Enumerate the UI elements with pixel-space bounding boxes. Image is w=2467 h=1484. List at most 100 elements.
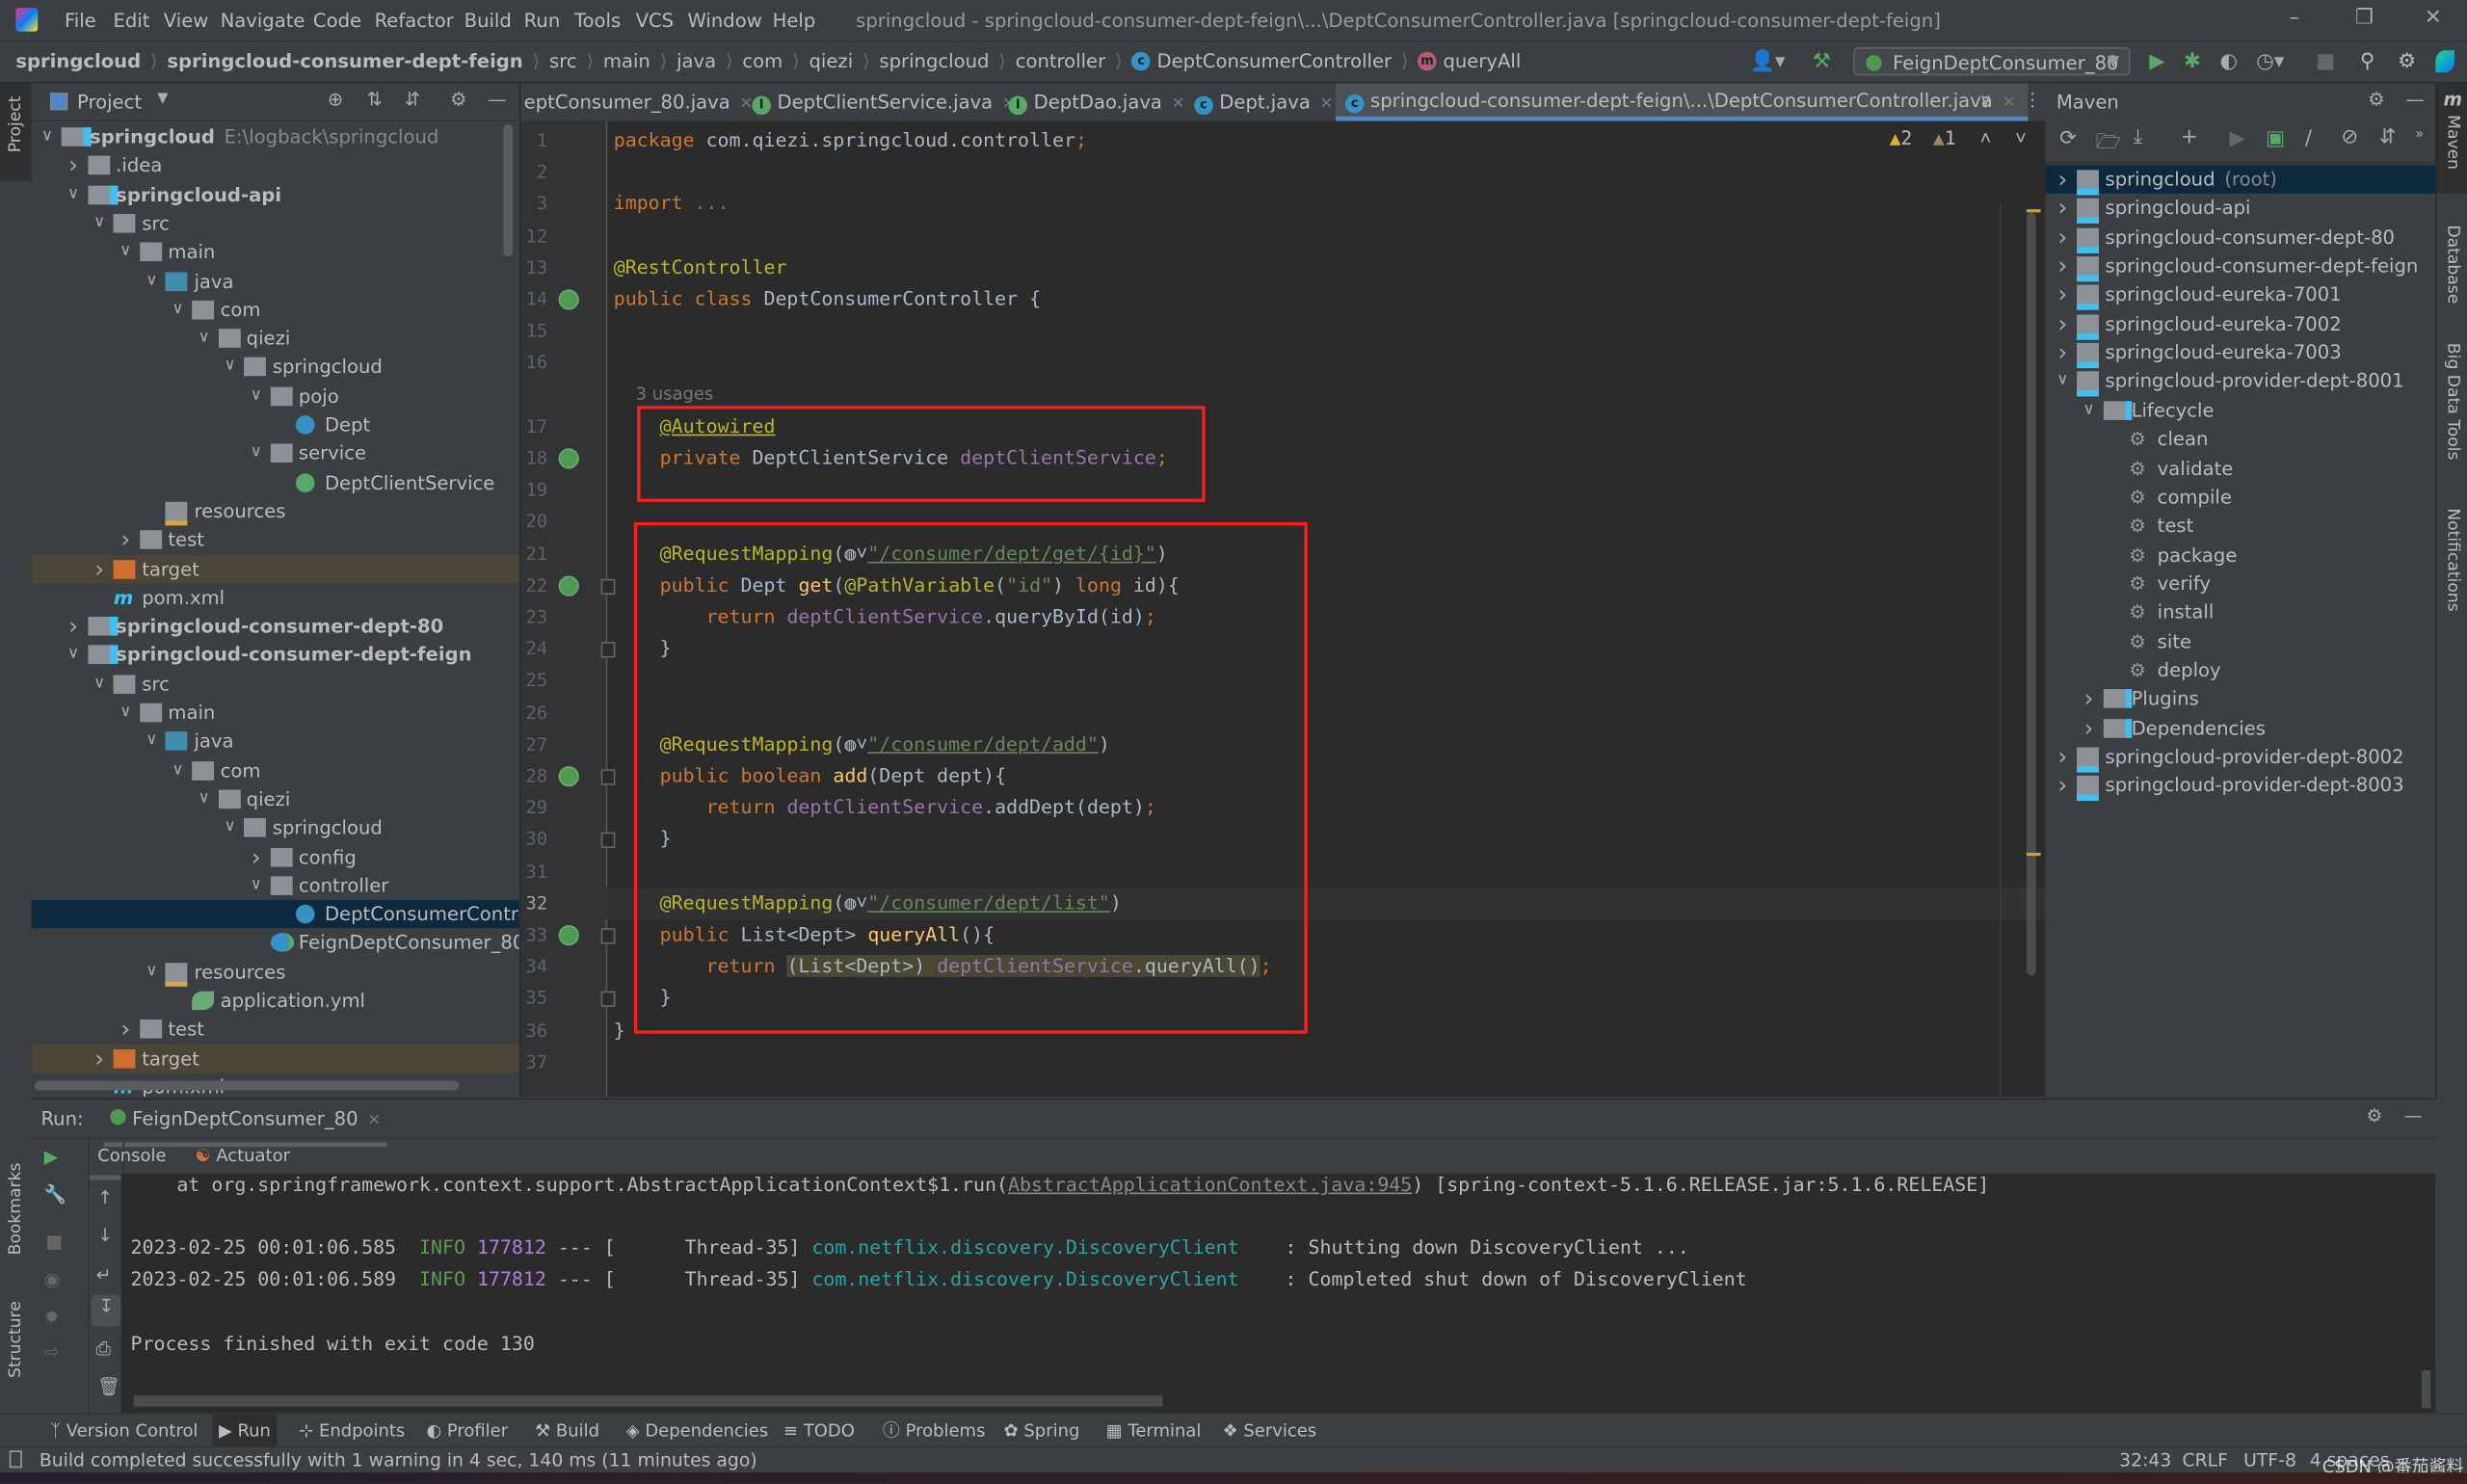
chevron-right-icon[interactable]: › bbox=[2055, 309, 2070, 338]
chevron-down-icon[interactable]: ∨ bbox=[66, 180, 81, 209]
select-opened-file-icon[interactable]: ⊕ bbox=[328, 88, 343, 110]
crumb-qiezi[interactable]: qiezi bbox=[809, 50, 853, 72]
restore-layout-icon[interactable]: ✸ bbox=[44, 1306, 60, 1328]
inspection-widget[interactable]: ▲2 ▲1 ˄ ˅ bbox=[1890, 127, 2027, 150]
menu-file[interactable]: File bbox=[65, 10, 96, 32]
chevron-down-icon[interactable]: ∨ bbox=[144, 728, 159, 756]
chevron-right-icon[interactable]: › bbox=[2055, 223, 2070, 252]
tree-item[interactable]: › springcloud-consumer-dept-feign bbox=[2045, 252, 2435, 282]
down-arrow-icon[interactable]: ↓ bbox=[97, 1224, 113, 1246]
chevron-right-icon[interactable]: › bbox=[66, 151, 81, 180]
maximize-icon[interactable]: ❐ bbox=[2355, 7, 2374, 30]
tree-item[interactable]: ∨ src bbox=[32, 209, 519, 238]
show-hidden-tabs-icon[interactable]: ∨ bbox=[1979, 90, 1992, 110]
tree-item[interactable]: Dept bbox=[32, 411, 519, 439]
soft-wrap-icon[interactable]: ↵ bbox=[96, 1263, 112, 1285]
tool-version-control[interactable]: ᛉ Version Control bbox=[44, 1415, 204, 1447]
tab-actuator[interactable]: ☯ Actuator bbox=[187, 1139, 298, 1166]
chevron-right-icon[interactable]: › bbox=[2055, 743, 2070, 772]
toggle-tool-windows-icon[interactable] bbox=[9, 1450, 22, 1469]
chevron-right-icon[interactable]: › bbox=[92, 1044, 107, 1073]
project-view-select[interactable]: Project bbox=[77, 92, 142, 114]
big-data-tools-button[interactable]: Big Data Tools bbox=[2444, 343, 2463, 460]
tree-item[interactable]: › springcloud-eureka-7001 bbox=[2045, 280, 2435, 311]
chevron-down-icon[interactable]: ∨ bbox=[2081, 396, 2096, 425]
chevron-right-icon[interactable]: › bbox=[2081, 714, 2096, 743]
file-encoding[interactable]: UTF-8 bbox=[2243, 1449, 2296, 1471]
crumb-com[interactable]: com bbox=[742, 50, 783, 72]
tree-item[interactable]: ∨ main bbox=[32, 238, 519, 267]
tree-item[interactable]: ⚙ deploy bbox=[2045, 656, 2435, 685]
console-horizontal-scrollbar[interactable] bbox=[133, 1395, 1163, 1407]
download-icon[interactable]: ⤓ bbox=[2134, 126, 2142, 149]
dump-threads-camera-icon[interactable]: ◉ bbox=[44, 1268, 60, 1290]
tree-item[interactable]: ∨ controller bbox=[32, 871, 519, 900]
menu-tools[interactable]: Tools bbox=[574, 10, 621, 32]
search-icon[interactable]: ⚲ bbox=[2360, 50, 2375, 73]
chevron-right-icon[interactable]: › bbox=[2055, 280, 2070, 309]
database-tool-button[interactable]: Database bbox=[2444, 225, 2463, 304]
tree-item[interactable]: › target bbox=[31, 1044, 519, 1073]
tree-item[interactable]: ∨ springcloud bbox=[32, 813, 519, 842]
source-link[interactable]: AbstractApplicationContext.java:945 bbox=[1008, 1174, 1412, 1196]
menu-run[interactable]: Run bbox=[524, 10, 561, 32]
tree-item[interactable]: ⚙ clean bbox=[2045, 425, 2435, 454]
crumb-springcloud[interactable]: springcloud bbox=[879, 50, 989, 72]
tree-item[interactable]: › springcloud-consumer-dept-80 bbox=[32, 612, 519, 641]
tree-item[interactable]: ∨ com bbox=[32, 756, 519, 785]
settings-gear-icon[interactable]: ⚙ bbox=[2398, 50, 2416, 73]
crumb-method[interactable]: queryAll bbox=[1443, 50, 1521, 72]
reload-icon[interactable]: ⟳ bbox=[2059, 127, 2077, 150]
notifications-button[interactable]: Notifications bbox=[2444, 508, 2463, 611]
tree-item[interactable]: ⚙ test bbox=[2045, 512, 2435, 541]
add-icon[interactable]: + bbox=[2181, 126, 2198, 149]
menu-edit[interactable]: Edit bbox=[114, 10, 150, 32]
warning-marker[interactable] bbox=[2026, 209, 2041, 213]
tool-spring[interactable]: ✿ Spring bbox=[997, 1415, 1086, 1447]
tree-item[interactable]: ∨ pojo bbox=[32, 382, 519, 411]
chevron-down-icon[interactable]: ∨ bbox=[118, 238, 133, 267]
tree-item[interactable]: ∨ springcloud E:\logback\springcloud bbox=[32, 122, 519, 151]
crumb-project[interactable]: springcloud bbox=[15, 50, 141, 72]
chevron-right-icon[interactable]: › bbox=[2055, 252, 2070, 280]
chevron-right-icon[interactable]: › bbox=[2055, 338, 2070, 367]
menu-navigate[interactable]: Navigate bbox=[221, 10, 305, 32]
chevron-down-icon[interactable]: ∨ bbox=[40, 122, 55, 151]
chevron-right-icon[interactable]: › bbox=[249, 842, 264, 871]
tool-run[interactable]: ▶ Run bbox=[212, 1414, 278, 1448]
menu-view[interactable]: View bbox=[164, 10, 209, 32]
tree-item[interactable]: ∨ qiezi bbox=[32, 324, 519, 353]
chevron-down-icon[interactable]: ∨ bbox=[223, 813, 238, 842]
chevron-right-icon[interactable]: › bbox=[2081, 685, 2096, 714]
tree-item[interactable]: ∨ service bbox=[32, 439, 519, 468]
crumb-main[interactable]: main bbox=[603, 50, 650, 72]
chevron-down-icon[interactable]: ∨ bbox=[92, 209, 107, 238]
tab-dept-consumer-controller[interactable]: c springcloud-consumer-dept-feign\...\Dep… bbox=[1336, 83, 2029, 121]
chevron-down-icon[interactable]: ∨ bbox=[170, 296, 185, 325]
menu-vcs[interactable]: VCS bbox=[636, 10, 675, 32]
tree-item[interactable]: › target bbox=[31, 554, 519, 584]
close-tab-icon[interactable]: ✕ bbox=[2003, 94, 2016, 112]
tree-item[interactable]: ∨ java bbox=[32, 267, 519, 296]
tree-item[interactable]: › .idea bbox=[32, 151, 519, 180]
crumb-class[interactable]: DeptConsumerController bbox=[1157, 50, 1393, 72]
previous-highlight-icon[interactable]: ˄ bbox=[1979, 127, 1991, 149]
up-arrow-icon[interactable]: ↑ bbox=[97, 1186, 113, 1208]
structure-tool-button[interactable]: Structure bbox=[7, 1301, 26, 1378]
rerun-icon[interactable]: ▶ bbox=[44, 1146, 58, 1168]
tree-item[interactable]: resources bbox=[32, 497, 519, 526]
tree-item[interactable]: ∨ src bbox=[32, 670, 519, 699]
clear-trash-icon[interactable]: 🗑 bbox=[97, 1375, 120, 1397]
tree-item[interactable]: › springcloud-eureka-7002 bbox=[2045, 309, 2435, 340]
tree-item[interactable]: › config bbox=[32, 842, 519, 871]
menu-build[interactable]: Build bbox=[464, 10, 512, 32]
crumb-src[interactable]: src bbox=[549, 50, 577, 72]
run-maven-icon[interactable]: ▶ bbox=[2229, 127, 2244, 150]
vcs-user-icon[interactable]: 👤▾ bbox=[1750, 50, 1786, 73]
close-tab-icon[interactable]: ✕ bbox=[740, 96, 754, 114]
tree-item[interactable]: m pom.xml bbox=[32, 583, 519, 612]
spring-bean-gutter-icon[interactable] bbox=[558, 448, 579, 469]
crumb-controller[interactable]: controller bbox=[1016, 50, 1105, 72]
coverage-icon[interactable]: ◐ bbox=[2220, 50, 2239, 73]
status-message[interactable]: Build completed successfully with 1 warn… bbox=[40, 1449, 757, 1471]
